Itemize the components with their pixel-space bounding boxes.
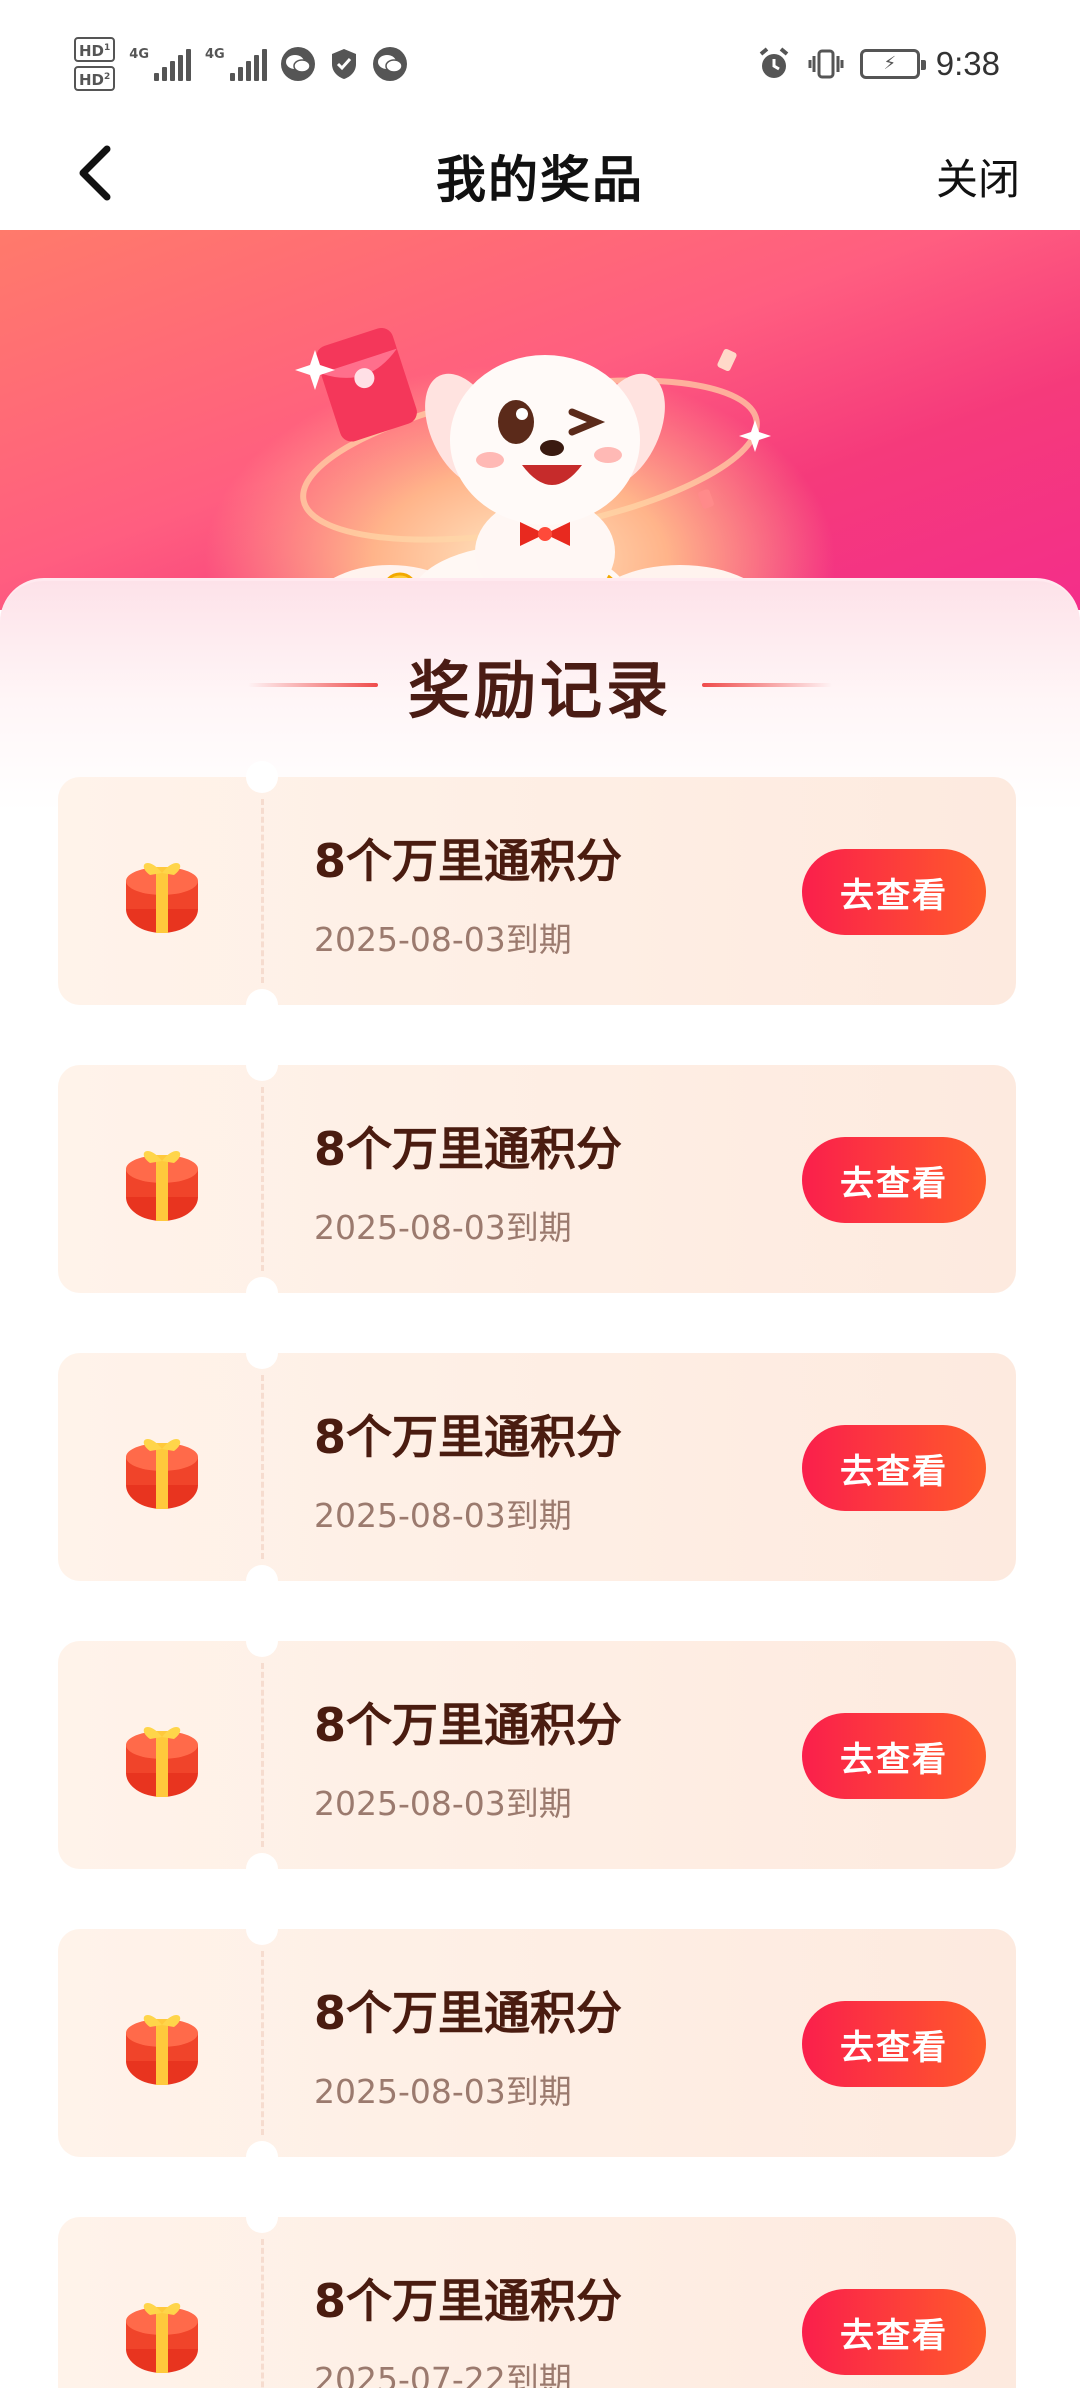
prize-name: 8个万里通积分 — [314, 1986, 623, 2040]
view-prize-button[interactable]: 去查看 — [802, 1137, 986, 1223]
section-title: 奖励记录 — [407, 654, 672, 727]
signal-icon: 4G — [129, 47, 191, 81]
page-title: 我的奖品 — [436, 151, 644, 209]
sim1-hd-badge: HD1 — [74, 37, 116, 62]
section-header: 奖励记录 — [0, 645, 1080, 727]
status-time: 9:38 — [935, 45, 1000, 82]
prize-name: 8个万里通积分 — [314, 834, 623, 888]
prize-name: 8个万里通积分 — [314, 2274, 623, 2328]
gift-box-icon — [126, 2303, 198, 2373]
status-bar: HD1 HD2 4G 4G ⚡ 9:38 — [0, 0, 1080, 120]
prize-expiry: 2025-08-03到期 — [314, 2072, 572, 2111]
prize-expiry: 2025-08-03到期 — [314, 920, 572, 959]
ticket-notch-top — [246, 761, 278, 793]
prize-card: 8个万里通积分 2025-08-03到期 去查看 — [58, 1337, 1016, 1597]
title-decoration-right — [702, 683, 832, 687]
alarm-icon — [759, 47, 789, 78]
mascot-illustration — [295, 327, 771, 610]
vibrate-icon — [808, 49, 844, 79]
ticket-notch-bottom — [246, 989, 278, 1021]
prize-expiry: 2025-08-03到期 — [314, 1208, 572, 1247]
view-prize-button[interactable]: 去查看 — [802, 849, 986, 935]
gift-box-icon — [126, 1439, 198, 1509]
status-right: ⚡ 9:38 — [756, 40, 1000, 88]
wechat-icon — [372, 47, 407, 81]
ticket-divider — [261, 2239, 264, 2388]
prize-card: 8个万里通积分 2025-08-03到期 去查看 — [58, 1913, 1016, 2173]
gift-box-icon — [126, 2015, 198, 2085]
ticket-notch-bottom — [246, 1853, 278, 1885]
dual-sim-indicator: HD1 HD2 — [74, 37, 116, 91]
hero-banner — [0, 230, 1080, 610]
view-prize-button[interactable]: 去查看 — [802, 1713, 986, 1799]
prize-card: 8个万里通积分 2025-07-22到期 去查看 — [58, 2201, 1016, 2388]
wechat-icon — [280, 47, 315, 81]
prize-name: 8个万里通积分 — [314, 1410, 623, 1464]
title-decoration-left — [247, 683, 378, 687]
shield-icon — [331, 49, 356, 79]
prize-name: 8个万里通积分 — [314, 1698, 623, 1752]
battery-charging-icon: ⚡ — [859, 49, 926, 79]
ticket-notch-bottom — [246, 2141, 278, 2173]
view-prize-button[interactable]: 去查看 — [802, 1425, 986, 1511]
ticket-notch-top — [246, 1913, 278, 1945]
prize-card: 8个万里通积分 2025-08-03到期 去查看 — [58, 1049, 1016, 1309]
ticket-divider — [261, 1951, 264, 2135]
close-button[interactable]: 关闭 — [936, 146, 1020, 207]
view-prize-button[interactable]: 去查看 — [802, 2001, 986, 2087]
view-prize-button[interactable]: 去查看 — [802, 2289, 986, 2375]
ticket-notch-top — [246, 1337, 278, 1369]
ticket-divider — [261, 799, 264, 983]
ticket-divider — [261, 1087, 264, 1271]
status-left: HD1 HD2 4G 4G — [74, 36, 407, 92]
gift-box-icon — [126, 863, 198, 933]
ticket-notch-bottom — [246, 1277, 278, 1309]
gift-box-icon — [126, 1727, 198, 1797]
prize-list: 8个万里通积分 2025-08-03到期 去查看 8个万里通积分 2025-08… — [58, 761, 1016, 2388]
ticket-notch-bottom — [246, 1565, 278, 1597]
sim2-hd-badge: HD2 — [74, 66, 116, 91]
ticket-notch-top — [246, 2201, 278, 2233]
ticket-notch-top — [246, 1049, 278, 1081]
prize-card: 8个万里通积分 2025-08-03到期 去查看 — [58, 1625, 1016, 1885]
ticket-divider — [261, 1375, 264, 1559]
ticket-notch-top — [246, 1625, 278, 1657]
gift-box-icon — [126, 1151, 198, 1221]
ticket-divider — [261, 1663, 264, 1847]
navigation-bar: 我的奖品 关闭 — [0, 120, 1080, 230]
reward-records-panel: 奖励记录 8个万里通积分 2025-08-03到期 去查看 8个万里通积分 20… — [0, 578, 1080, 2388]
prize-expiry: 2025-07-22到期 — [314, 2360, 572, 2388]
signal-icon: 4G — [205, 47, 267, 81]
prize-expiry: 2025-08-03到期 — [314, 1784, 572, 1823]
prize-name: 8个万里通积分 — [314, 1122, 623, 1176]
prize-card: 8个万里通积分 2025-08-03到期 去查看 — [58, 761, 1016, 1021]
prize-expiry: 2025-08-03到期 — [314, 1496, 572, 1535]
